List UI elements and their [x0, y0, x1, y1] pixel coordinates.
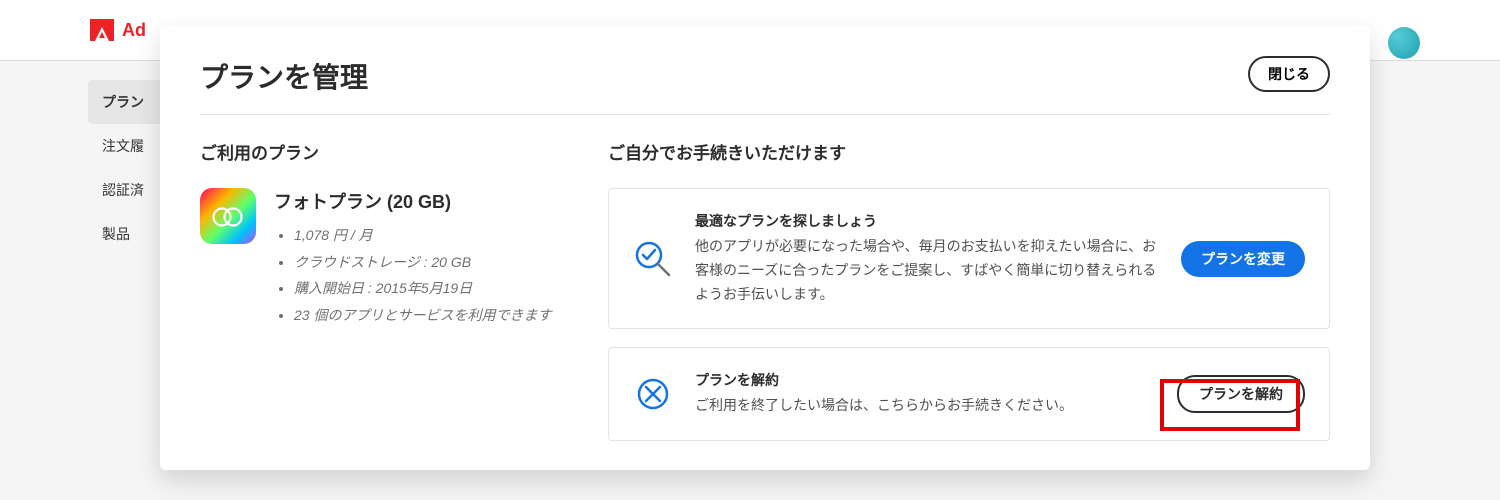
creative-cloud-icon	[200, 188, 256, 244]
divider	[200, 114, 1330, 115]
brand-logo[interactable]: Ad	[90, 19, 146, 41]
actions-heading: ご自分でお手続きいただけます	[608, 139, 1330, 164]
plan-name: フォトプラン (20 GB)	[274, 188, 551, 214]
modal-title: プランを管理	[200, 56, 368, 96]
your-plan-heading: ご利用のプラン	[200, 139, 560, 164]
brand-text: Ad	[122, 20, 146, 41]
change-plan-desc: 他のアプリが必要になった場合や、毎月のお支払いを抑えたい場合に、お客様のニーズに…	[695, 235, 1159, 306]
cancel-plan-card: プランを解約 ご利用を終了したい場合は、こちらからお手続きください。 プランを解…	[608, 347, 1330, 441]
cancel-x-icon	[633, 374, 673, 414]
manage-plan-modal: プランを管理 閉じる ご利用のプラン フォトプラン (20 GB) 1,078 …	[160, 26, 1370, 470]
plan-meta-price: 1,078 円 / 月	[294, 222, 551, 249]
search-check-icon	[633, 239, 673, 279]
avatar[interactable]	[1388, 27, 1420, 59]
change-plan-title: 最適なプランを探しましょう	[695, 211, 1159, 231]
your-plan-section: ご利用のプラン フォトプラン (20 GB) 1,078 円 / 月 クラウドス…	[200, 139, 560, 459]
change-plan-card: 最適なプランを探しましょう 他のアプリが必要になった場合や、毎月のお支払いを抑え…	[608, 188, 1330, 329]
plan-meta-storage: クラウドストレージ : 20 GB	[294, 249, 551, 276]
cancel-plan-title: プランを解約	[695, 370, 1155, 390]
plan-meta-date: 購入開始日 : 2015年5月19日	[294, 275, 551, 302]
cancel-plan-desc: ご利用を終了したい場合は、こちらからお手続きください。	[695, 394, 1155, 418]
adobe-logo-icon	[90, 19, 114, 41]
actions-section: ご自分でお手続きいただけます 最適なプランを探しましょう 他のアプリが必要になっ…	[608, 139, 1330, 459]
cancel-plan-button[interactable]: プランを解約	[1177, 375, 1305, 413]
change-plan-button[interactable]: プランを変更	[1181, 241, 1305, 277]
plan-meta-apps: 23 個のアプリとサービスを利用できます	[294, 302, 551, 329]
close-button[interactable]: 閉じる	[1248, 56, 1330, 92]
